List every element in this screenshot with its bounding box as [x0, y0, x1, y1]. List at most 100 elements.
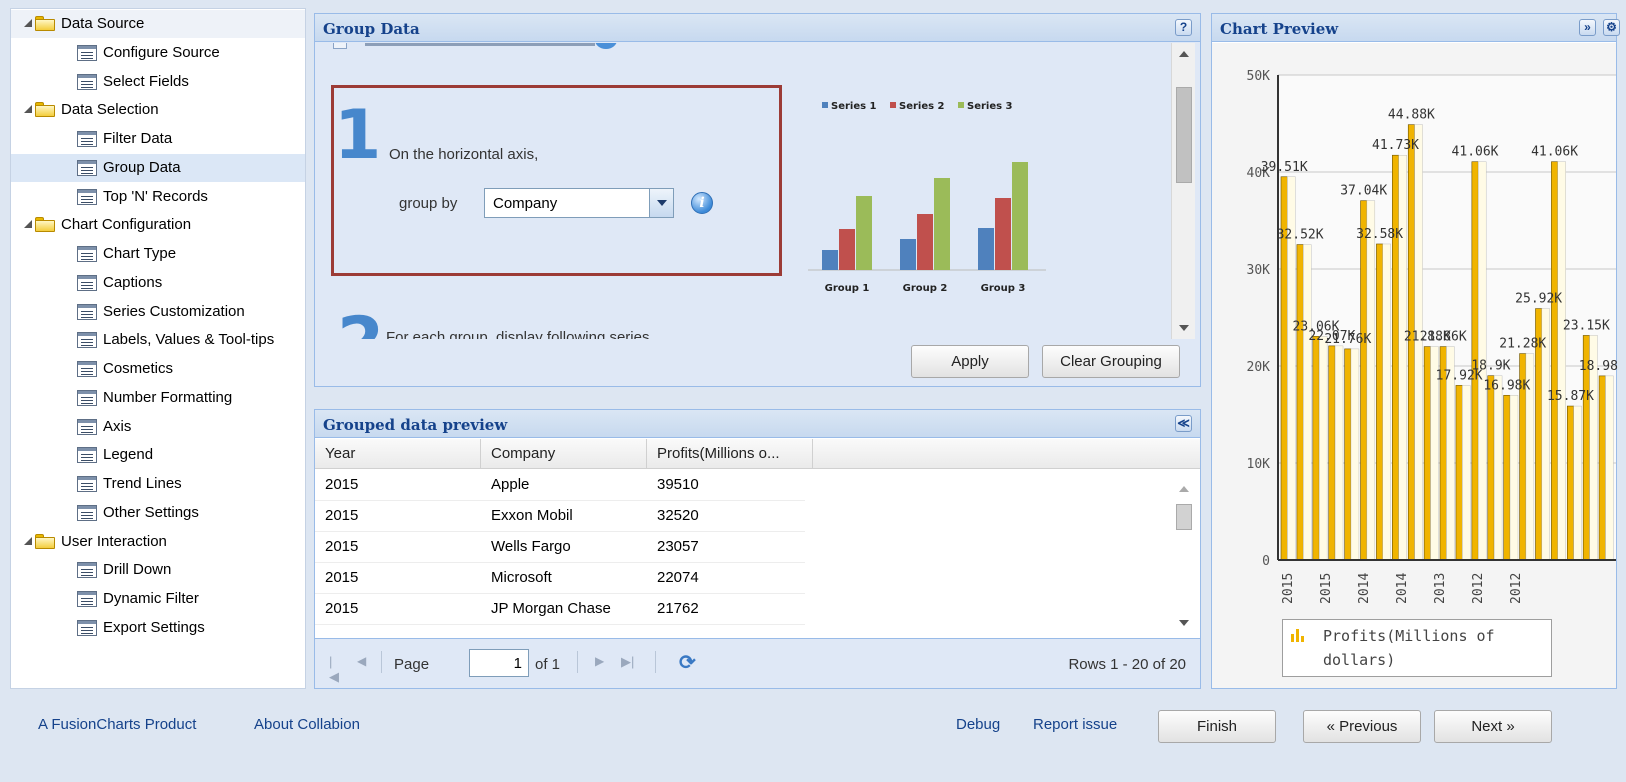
pager-separator: [655, 651, 656, 673]
illustration-bar: [1012, 162, 1028, 270]
expand-arrow-icon[interactable]: [24, 536, 32, 545]
tree-item-drill-down[interactable]: Drill Down: [11, 556, 305, 584]
table-row[interactable]: 2015 Apple 39510: [315, 470, 805, 501]
tree-item-number-formatting[interactable]: Number Formatting: [11, 384, 305, 412]
table-row[interactable]: 2015 JP Morgan Chase 21762: [315, 594, 805, 625]
apply-button[interactable]: Apply: [911, 345, 1029, 378]
tree-item-labels-values-tool-tips[interactable]: Labels, Values & Tool-tips: [11, 326, 305, 354]
chart-preview-title: Chart Preview: [1220, 20, 1339, 38]
tree-item-dynamic-filter[interactable]: Dynamic Filter: [11, 585, 305, 613]
fusioncharts-product-link[interactable]: A FusionCharts Product: [38, 716, 196, 733]
tree-group-data-source[interactable]: Data Source: [11, 10, 305, 38]
page-number-input[interactable]: 1: [469, 649, 529, 677]
data-label: 21.28K: [1499, 337, 1546, 352]
section-collapse-icon[interactable]: [333, 43, 347, 49]
navigation-tree: Data Source Configure Source Select Fields…: [10, 8, 306, 689]
column-header-company[interactable]: Company: [481, 439, 647, 468]
tree-item-select-fields[interactable]: Select Fields: [11, 68, 305, 96]
illustration-legend-label: Series 1: [831, 101, 877, 112]
last-page-icon[interactable]: ▶|: [621, 654, 634, 670]
y-tick-label: 50K: [1247, 69, 1271, 84]
tree-item-series-customization[interactable]: Series Customization: [11, 298, 305, 326]
data-label: 41.06K: [1452, 145, 1499, 160]
step-1-number: 1: [334, 96, 382, 175]
gear-icon[interactable]: ⚙: [1603, 19, 1620, 36]
tree-item-label: Top 'N' Records: [103, 187, 208, 205]
about-collabion-link[interactable]: About Collabion: [254, 716, 360, 733]
expand-arrow-icon[interactable]: [24, 19, 32, 27]
next-button[interactable]: Next »: [1434, 710, 1552, 743]
chart-bar-shadow: [1382, 243, 1391, 561]
first-page-icon[interactable]: |◀: [329, 654, 341, 684]
group-data-scrollbar[interactable]: [1171, 43, 1195, 339]
tree-group-chart-configuration[interactable]: Chart Configuration: [11, 211, 305, 239]
refresh-icon[interactable]: ⟳: [679, 650, 696, 675]
grid-scroll-thumb[interactable]: [1176, 504, 1192, 530]
column-header-profits[interactable]: Profits(Millions o...: [647, 439, 813, 468]
tree-item-top-n-records[interactable]: Top 'N' Records: [11, 183, 305, 211]
illustration-bar: [900, 239, 916, 270]
expand-arrow-icon[interactable]: [24, 105, 32, 114]
chart-bar-shadow: [1350, 348, 1360, 561]
tree-item-chart-type[interactable]: Chart Type: [11, 240, 305, 268]
tree-item-captions[interactable]: Captions: [11, 269, 305, 297]
tree-group-label: Data Source: [61, 15, 145, 32]
tree-item-export-settings[interactable]: Export Settings: [11, 614, 305, 642]
next-page-icon[interactable]: ▶: [595, 654, 604, 668]
tree-item-filter-data[interactable]: Filter Data: [11, 125, 305, 153]
chart-legend: Profits(Millions of dollars): [1282, 619, 1552, 677]
preview-title: Grouped data preview: [323, 416, 508, 434]
grid-scroll-up[interactable]: [1179, 486, 1189, 492]
tree-group-label: Chart Configuration: [61, 216, 192, 234]
tree-item-cosmetics[interactable]: Cosmetics: [11, 355, 305, 383]
tree-group-user-interaction[interactable]: User Interaction: [11, 528, 305, 556]
chart-bar: [1360, 200, 1368, 561]
scroll-down-arrow[interactable]: [1179, 325, 1189, 331]
tree-item-legend[interactable]: Legend: [11, 441, 305, 469]
table-row[interactable]: 2015 Microsoft 22074: [315, 563, 805, 594]
step-2-text: For each group, display following series: [386, 329, 650, 339]
tree-item-configure-source[interactable]: Configure Source: [11, 39, 305, 67]
page-number-value: 1: [513, 655, 522, 672]
collapse-icon[interactable]: ≪: [1175, 415, 1192, 432]
debug-link[interactable]: Debug: [956, 716, 1000, 733]
table-row[interactable]: 2015 Exxon Mobil 32520: [315, 501, 805, 532]
page-icon: [77, 131, 97, 147]
help-button[interactable]: ?: [1175, 19, 1192, 36]
clear-grouping-button[interactable]: Clear Grouping: [1042, 345, 1180, 378]
tree-item-trend-lines[interactable]: Trend Lines: [11, 470, 305, 498]
cell-profits: 32520: [657, 507, 699, 524]
chart-bar: [1487, 375, 1495, 561]
data-label: 21.86K: [1420, 330, 1467, 345]
rows-info: Rows 1 - 20 of 20: [1068, 656, 1186, 673]
illustration-bar: [856, 196, 872, 270]
report-issue-link[interactable]: Report issue: [1033, 716, 1117, 733]
tree-group-data-selection[interactable]: Data Selection: [11, 96, 305, 124]
grid-scrollbar[interactable]: [1172, 478, 1196, 632]
x-tick-label: 2012: [1509, 573, 1524, 604]
info-icon[interactable]: i: [691, 192, 713, 214]
group-by-select[interactable]: Company: [484, 188, 674, 218]
tree-item-axis[interactable]: Axis: [11, 413, 305, 441]
page-icon: [77, 361, 97, 377]
scroll-up-arrow[interactable]: [1179, 51, 1189, 57]
chart-bar: [1423, 346, 1431, 561]
cell-year: 2015: [325, 476, 359, 493]
data-label: 44.88K: [1388, 108, 1435, 123]
expand-icon[interactable]: »: [1579, 19, 1596, 36]
scroll-thumb[interactable]: [1176, 87, 1192, 183]
tree-item-other-settings[interactable]: Other Settings: [11, 499, 305, 527]
chevron-down-icon[interactable]: [649, 189, 673, 217]
grid-scroll-down[interactable]: [1179, 620, 1189, 626]
expand-arrow-icon[interactable]: [24, 220, 32, 229]
tree-group-label: Data Selection: [61, 101, 159, 119]
previous-button[interactable]: « Previous: [1303, 710, 1421, 743]
tree-item-label: Labels, Values & Tool-tips: [103, 331, 275, 349]
column-header-year[interactable]: Year: [315, 439, 481, 468]
finish-button[interactable]: Finish: [1158, 710, 1276, 743]
table-row[interactable]: 2015 Wells Fargo 23057: [315, 532, 805, 563]
cell-company: Wells Fargo: [491, 538, 571, 555]
tree-item-group-data[interactable]: Group Data: [11, 153, 305, 182]
chart-bar-shadow: [1318, 336, 1328, 561]
previous-page-icon[interactable]: ◀: [357, 654, 366, 668]
